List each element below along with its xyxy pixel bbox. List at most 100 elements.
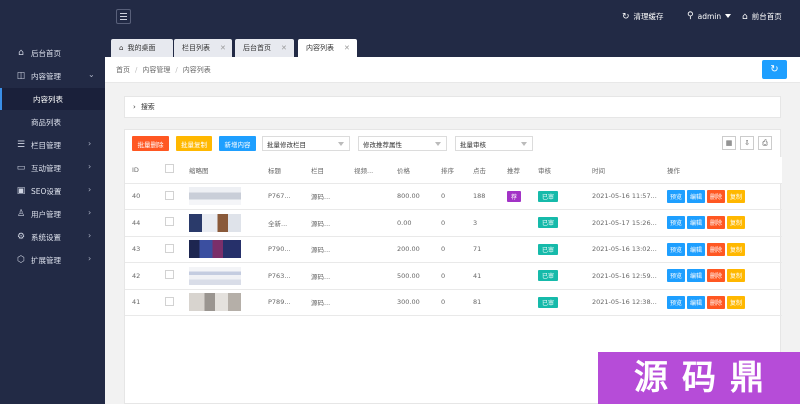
close-icon[interactable]: ✕ [220, 44, 226, 52]
tab-my-desktop[interactable]: ⌂ 我的桌面 [111, 39, 173, 57]
close-icon[interactable]: ✕ [281, 44, 287, 52]
batch-review-select[interactable]: 批量审核 [455, 136, 533, 151]
checkbox-icon[interactable] [165, 270, 174, 280]
search-panel-toggle[interactable]: › 搜索 [124, 96, 781, 118]
sidebar-item-dashboard[interactable]: ⌂ 后台首页 [0, 42, 105, 64]
cell-column: 源码... [304, 236, 347, 263]
batch-copy-button[interactable]: 批量复制 [176, 136, 212, 151]
edit-button[interactable]: 编辑 [687, 216, 706, 230]
refresh-button[interactable]: ↻ [762, 60, 787, 79]
change-recommend-select[interactable]: 修改推荐属性 [358, 136, 447, 151]
tab-content-list[interactable]: 内容列表 ✕ [298, 39, 357, 57]
delete-button[interactable]: 删除 [707, 189, 726, 203]
thumbnail-image [189, 213, 241, 232]
sidebar-item-interaction[interactable]: ▭ 互动管理 › [0, 157, 105, 179]
cell-id: 40 [125, 183, 158, 210]
status-badge: 已审 [538, 217, 559, 229]
row-checkbox[interactable] [158, 262, 182, 290]
delete-button[interactable]: 删除 [707, 269, 726, 283]
sidebar-subitem-product-list[interactable]: 商品列表 [0, 111, 105, 133]
copy-button[interactable]: 复制 [727, 295, 746, 309]
delete-button[interactable]: 删除 [707, 216, 726, 230]
row-checkbox[interactable] [158, 209, 182, 237]
table-row: 42 P763... 源码... 500.00 0 41 已审 2021-05-… [125, 262, 782, 290]
row-checkbox[interactable] [158, 183, 182, 210]
tab-label: 后台首页 [243, 44, 271, 52]
batch-change-column-select[interactable]: 批量修改栏目 [262, 136, 350, 151]
sidebar-item-content[interactable]: ◫ 内容管理 ⌄ [0, 65, 105, 87]
preview-button[interactable]: 预览 [667, 189, 686, 203]
checkbox-icon[interactable] [165, 296, 174, 306]
thumbnail-image [189, 293, 241, 312]
export-icon[interactable]: ⇩ [740, 136, 754, 150]
search-label: 搜索 [140, 103, 155, 111]
checkbox-icon[interactable] [165, 243, 174, 253]
breadcrumb-home[interactable]: 首页 [116, 66, 130, 74]
copy-button[interactable]: 复制 [727, 269, 746, 283]
cell-recommend [500, 209, 531, 237]
tab-label: 栏目列表 [182, 44, 210, 52]
print-icon[interactable]: ⎙ [758, 136, 772, 150]
copy-button[interactable]: 复制 [727, 189, 746, 203]
chevron-right-icon: › [133, 103, 136, 111]
delete-button[interactable]: 删除 [707, 242, 726, 256]
close-icon[interactable]: ✕ [344, 44, 350, 52]
cell-recommend [500, 236, 531, 263]
cell-title: 全新... [261, 209, 304, 237]
breadcrumb-section[interactable]: 内容管理 [142, 66, 170, 74]
chevron-right-icon: › [88, 185, 92, 194]
dropdown-arrow-icon [521, 142, 527, 146]
columns-filter-icon[interactable]: ▦ [722, 136, 736, 150]
edit-button[interactable]: 编辑 [687, 295, 706, 309]
sidebar-subitem-content-list[interactable]: 内容列表 [0, 88, 105, 110]
cell-title: P763... [261, 262, 304, 290]
list-icon: ☰ [16, 140, 26, 150]
cell-title: P789... [261, 289, 304, 316]
column-header[interactable]: ID [125, 157, 158, 184]
sidebar-item-users[interactable]: ♙ 用户管理 › [0, 203, 105, 225]
home-icon: ⌂ [119, 44, 124, 52]
cell-id: 42 [125, 262, 158, 290]
edit-button[interactable]: 编辑 [687, 269, 706, 283]
cell-actions: 预览 编辑 删除 复制 [660, 209, 782, 237]
frontend-home-link[interactable]: ⌂ 前台首页 [742, 11, 782, 22]
row-checkbox[interactable] [158, 236, 182, 263]
cell-status: 已审 [531, 209, 585, 237]
watermark-char: 鼎 [730, 358, 764, 398]
delete-button[interactable]: 删除 [707, 295, 726, 309]
sidebar-item-settings[interactable]: ⚙ 系统设置 › [0, 226, 105, 248]
clear-cache-button[interactable]: ↻ 清理缓存 [622, 11, 664, 22]
preview-button[interactable]: 预览 [667, 216, 686, 230]
cell-thumbnail [182, 209, 261, 237]
cell-price: 500.00 [390, 262, 434, 290]
cell-column: 源码... [304, 262, 347, 290]
cell-title: P790... [261, 236, 304, 263]
preview-button[interactable]: 预览 [667, 242, 686, 256]
add-content-button[interactable]: 新增内容 [219, 136, 256, 151]
sidebar-subitem-label: 商品列表 [31, 117, 61, 127]
checkbox-icon[interactable] [165, 190, 174, 200]
checkbox-icon[interactable] [165, 217, 174, 227]
copy-button[interactable]: 复制 [727, 242, 746, 256]
preview-button[interactable]: 预览 [667, 269, 686, 283]
row-checkbox[interactable] [158, 289, 182, 316]
tab-admin-home[interactable]: 后台首页 ✕ [235, 39, 294, 57]
menu-toggle-icon[interactable] [116, 9, 131, 24]
cell-clicks: 71 [466, 236, 500, 263]
table-row: 44 全新... 源码... 0.00 0 3 已审 2021-05-17 15… [125, 209, 782, 237]
sidebar-item-columns[interactable]: ☰ 栏目管理 › [0, 134, 105, 156]
edit-button[interactable]: 编辑 [687, 189, 706, 203]
column-header: 排序 [434, 157, 466, 184]
select-all-checkbox[interactable] [158, 157, 182, 184]
checkbox-icon[interactable] [165, 164, 174, 174]
sidebar-item-seo[interactable]: ▣ SEO设置 › [0, 180, 105, 202]
user-menu[interactable]: ⚲ admin [687, 11, 732, 21]
copy-button[interactable]: 复制 [727, 216, 746, 230]
chevron-right-icon: › [88, 254, 92, 263]
tab-column-list[interactable]: 栏目列表 ✕ [174, 39, 232, 57]
preview-button[interactable]: 预览 [667, 295, 686, 309]
batch-delete-button[interactable]: 批量删除 [132, 136, 169, 151]
sidebar-item-extensions[interactable]: ⬡ 扩展管理 › [0, 249, 105, 271]
edit-button[interactable]: 编辑 [687, 242, 706, 256]
cell-id: 43 [125, 236, 158, 263]
